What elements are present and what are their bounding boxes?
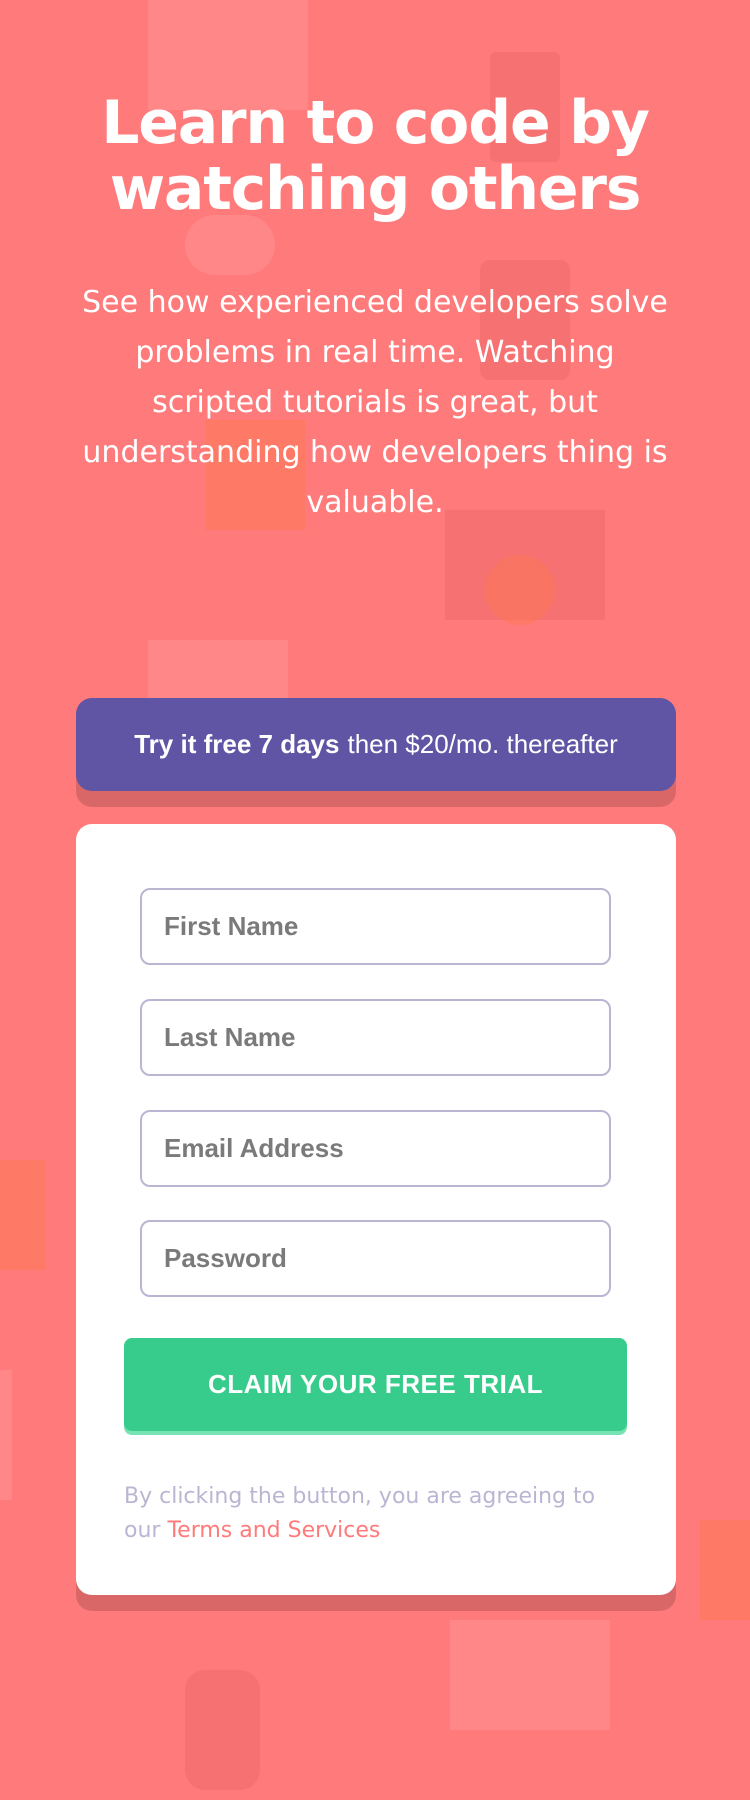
title-line-2: watching others — [109, 154, 642, 224]
signup-form: CLAIM YOUR FREE TRIAL By clicking the bu… — [76, 824, 676, 1595]
hero-section: Learn to code by watching others See how… — [0, 90, 750, 528]
claim-trial-button[interactable]: CLAIM YOUR FREE TRIAL — [124, 1338, 627, 1431]
email-field[interactable] — [140, 1110, 611, 1187]
page-title: Learn to code by watching others — [0, 90, 750, 222]
terms-note: By clicking the button, you are agreeing… — [124, 1480, 604, 1548]
offer-bold-text: Try it free 7 days — [134, 729, 340, 759]
intro-text: See how experienced developers solve pro… — [82, 285, 668, 520]
terms-link[interactable]: Terms and Services — [167, 1518, 380, 1543]
first-name-field[interactable] — [140, 888, 611, 965]
title-line-1: Learn to code by — [101, 88, 650, 158]
password-field[interactable] — [140, 1220, 611, 1297]
last-name-field[interactable] — [140, 999, 611, 1076]
offer-banner: Try it free 7 days then $20/mo. thereaft… — [76, 698, 676, 791]
offer-rest-text: then $20/mo. thereafter — [347, 729, 618, 759]
